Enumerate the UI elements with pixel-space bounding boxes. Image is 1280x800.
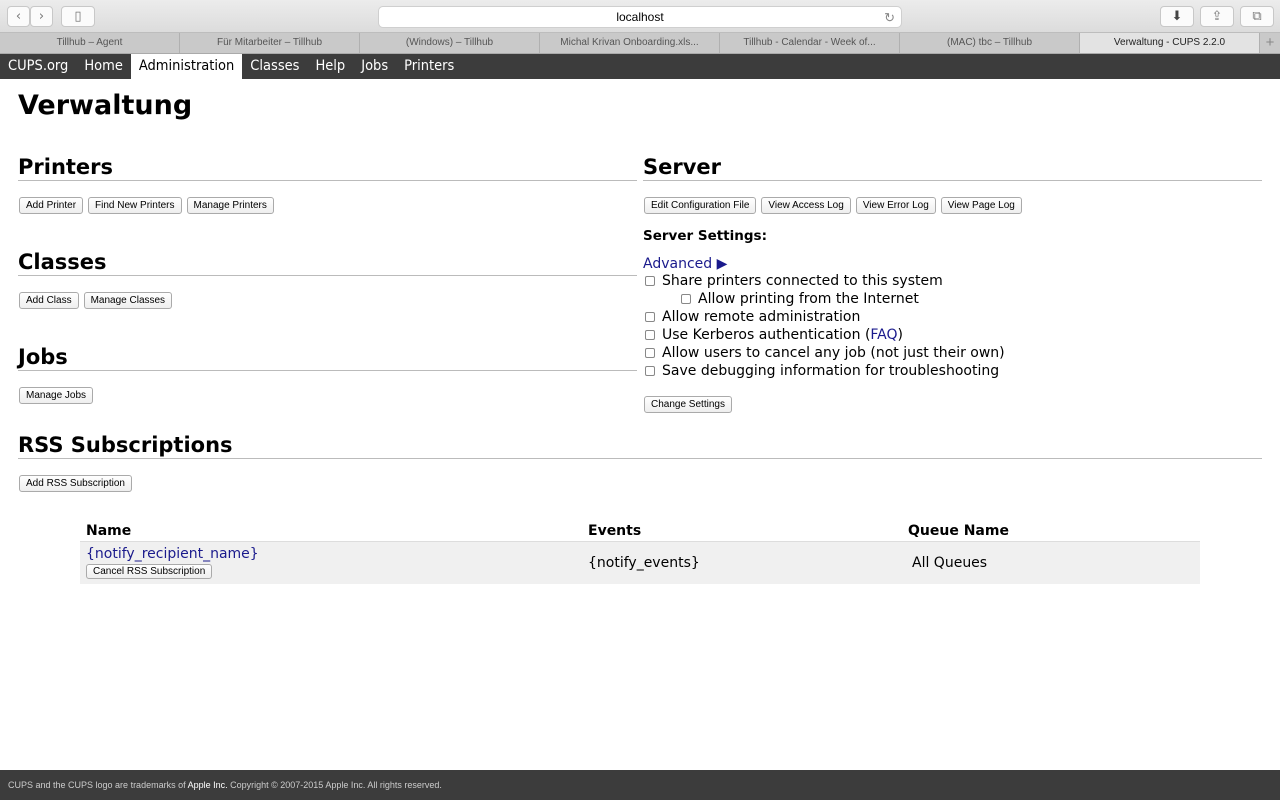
cancel-any-checkbox[interactable] <box>645 348 655 358</box>
add-class-button[interactable]: Add Class <box>19 292 79 309</box>
share-label: Share printers connected to this system <box>662 273 943 289</box>
nav-cups-org[interactable]: CUPS.org <box>0 54 76 79</box>
col-events: Events <box>582 522 902 542</box>
cancel-rss-button[interactable]: Cancel RSS Subscription <box>86 564 213 580</box>
downloads-icon[interactable]: ⬇ <box>1160 6 1194 27</box>
cups-nav: CUPS.org Home Administration Classes Hel… <box>0 54 1280 79</box>
kerberos-label: Use Kerberos authentication ( <box>662 327 871 343</box>
nav-help[interactable]: Help <box>307 54 353 79</box>
internet-label: Allow printing from the Internet <box>698 291 919 307</box>
remote-admin-label: Allow remote administration <box>662 309 861 325</box>
browser-tab[interactable]: (MAC) tbc – Tillhub <box>900 33 1080 53</box>
rss-section: RSS Subscriptions Add RSS Subscription <box>18 433 1262 492</box>
manage-classes-button[interactable]: Manage Classes <box>83 292 173 309</box>
col-name: Name <box>80 522 582 542</box>
browser-tab[interactable]: Tillhub - Calendar - Week of... <box>720 33 900 53</box>
reload-icon[interactable]: ↻ <box>884 7 895 28</box>
kerberos-label-end: ) <box>897 327 903 343</box>
apple-link[interactable]: Apple Inc. <box>188 780 228 790</box>
internet-option: Allow printing from the Internet <box>643 290 1262 308</box>
classes-heading: Classes <box>18 250 637 276</box>
view-error-log-button[interactable]: View Error Log <box>855 197 936 214</box>
edit-config-button[interactable]: Edit Configuration File <box>644 197 757 214</box>
nav-administration[interactable]: Administration <box>130 54 243 79</box>
back-button[interactable]: ‹ <box>7 6 30 27</box>
nav-jobs[interactable]: Jobs <box>353 54 396 79</box>
cancel-any-label: Allow users to cancel any job (not just … <box>662 345 1005 361</box>
page-title: Verwaltung <box>18 90 193 121</box>
kerberos-checkbox[interactable] <box>645 330 655 340</box>
printers-heading: Printers <box>18 155 637 181</box>
browser-tab[interactable]: (Windows) – Tillhub <box>360 33 540 53</box>
remote-admin-option: Allow remote administration <box>643 308 1262 326</box>
events-cell: {notify_events} <box>582 541 902 584</box>
browser-tab[interactable]: Tillhub – Agent <box>0 33 180 53</box>
view-page-log-button[interactable]: View Page Log <box>940 197 1022 214</box>
footer-copyright: Copyright © 2007-2015 Apple Inc. All rig… <box>227 780 442 790</box>
tabs-overview-icon[interactable]: ⧉ <box>1240 6 1274 27</box>
faq-link[interactable]: FAQ <box>870 327 897 343</box>
browser-tab[interactable]: Für Mitarbeiter – Tillhub <box>180 33 360 53</box>
browser-tab-active[interactable]: Verwaltung - CUPS 2.2.0 <box>1080 33 1260 53</box>
table-row: {notify_recipient_name} Cancel RSS Subscr… <box>80 541 1200 584</box>
manage-printers-button[interactable]: Manage Printers <box>186 197 274 214</box>
col-queue: Queue Name <box>902 522 1200 542</box>
new-tab-button[interactable]: + <box>1260 33 1280 53</box>
add-printer-button[interactable]: Add Printer <box>19 197 84 214</box>
sidebar-toggle-icon[interactable]: ▯ <box>61 6 95 27</box>
nav-printers[interactable]: Printers <box>396 54 462 79</box>
rss-table: Name Events Queue Name {notify_recipient… <box>80 522 1200 584</box>
add-rss-button[interactable]: Add RSS Subscription <box>19 475 132 492</box>
share-option: Share printers connected to this system <box>643 272 1262 290</box>
nav-home[interactable]: Home <box>76 54 131 79</box>
find-new-printers-button[interactable]: Find New Printers <box>88 197 182 214</box>
tab-bar: Tillhub – Agent Für Mitarbeiter – Tillhu… <box>0 33 1280 54</box>
share-checkbox[interactable] <box>645 276 655 286</box>
internet-checkbox[interactable] <box>681 294 691 304</box>
manage-jobs-button[interactable]: Manage Jobs <box>19 387 94 404</box>
cancel-any-option: Allow users to cancel any job (not just … <box>643 344 1262 362</box>
jobs-section: Jobs Manage Jobs <box>18 345 637 404</box>
advanced-toggle[interactable]: Advanced ▶ <box>643 256 1262 272</box>
recipient-link[interactable]: {notify_recipient_name} <box>86 546 576 562</box>
classes-section: Classes Add Class Manage Classes <box>18 250 637 309</box>
debug-label: Save debugging information for troublesh… <box>662 363 1000 379</box>
browser-tab[interactable]: Michal Krivan Onboarding.xls... <box>540 33 720 53</box>
footer: CUPS and the CUPS logo are trademarks of… <box>0 770 1280 800</box>
server-heading: Server <box>643 155 1262 181</box>
kerberos-option: Use Kerberos authentication (FAQ) <box>643 326 1262 344</box>
view-access-log-button[interactable]: View Access Log <box>761 197 851 214</box>
server-settings-label: Server Settings: <box>643 228 767 244</box>
address-bar[interactable]: localhost ↻ <box>378 6 902 28</box>
share-icon[interactable]: ⇪ <box>1200 6 1234 27</box>
forward-button[interactable]: › <box>30 6 53 27</box>
debug-option: Save debugging information for troublesh… <box>643 362 1262 380</box>
queue-cell: All Queues <box>902 541 1200 584</box>
debug-checkbox[interactable] <box>645 366 655 376</box>
browser-toolbar: ‹ › ▯ localhost ↻ ⬇ ⇪ ⧉ <box>0 0 1280 33</box>
printers-section: Printers Add Printer Find New Printers M… <box>18 155 637 214</box>
nav-classes[interactable]: Classes <box>242 54 307 79</box>
url-text: localhost <box>616 10 664 24</box>
footer-text: CUPS and the CUPS logo are trademarks of <box>8 780 188 790</box>
rss-heading: RSS Subscriptions <box>18 433 1262 459</box>
jobs-heading: Jobs <box>18 345 637 371</box>
server-section: Server Edit Configuration File View Acce… <box>643 155 1262 413</box>
remote-admin-checkbox[interactable] <box>645 312 655 322</box>
change-settings-button[interactable]: Change Settings <box>644 396 732 413</box>
